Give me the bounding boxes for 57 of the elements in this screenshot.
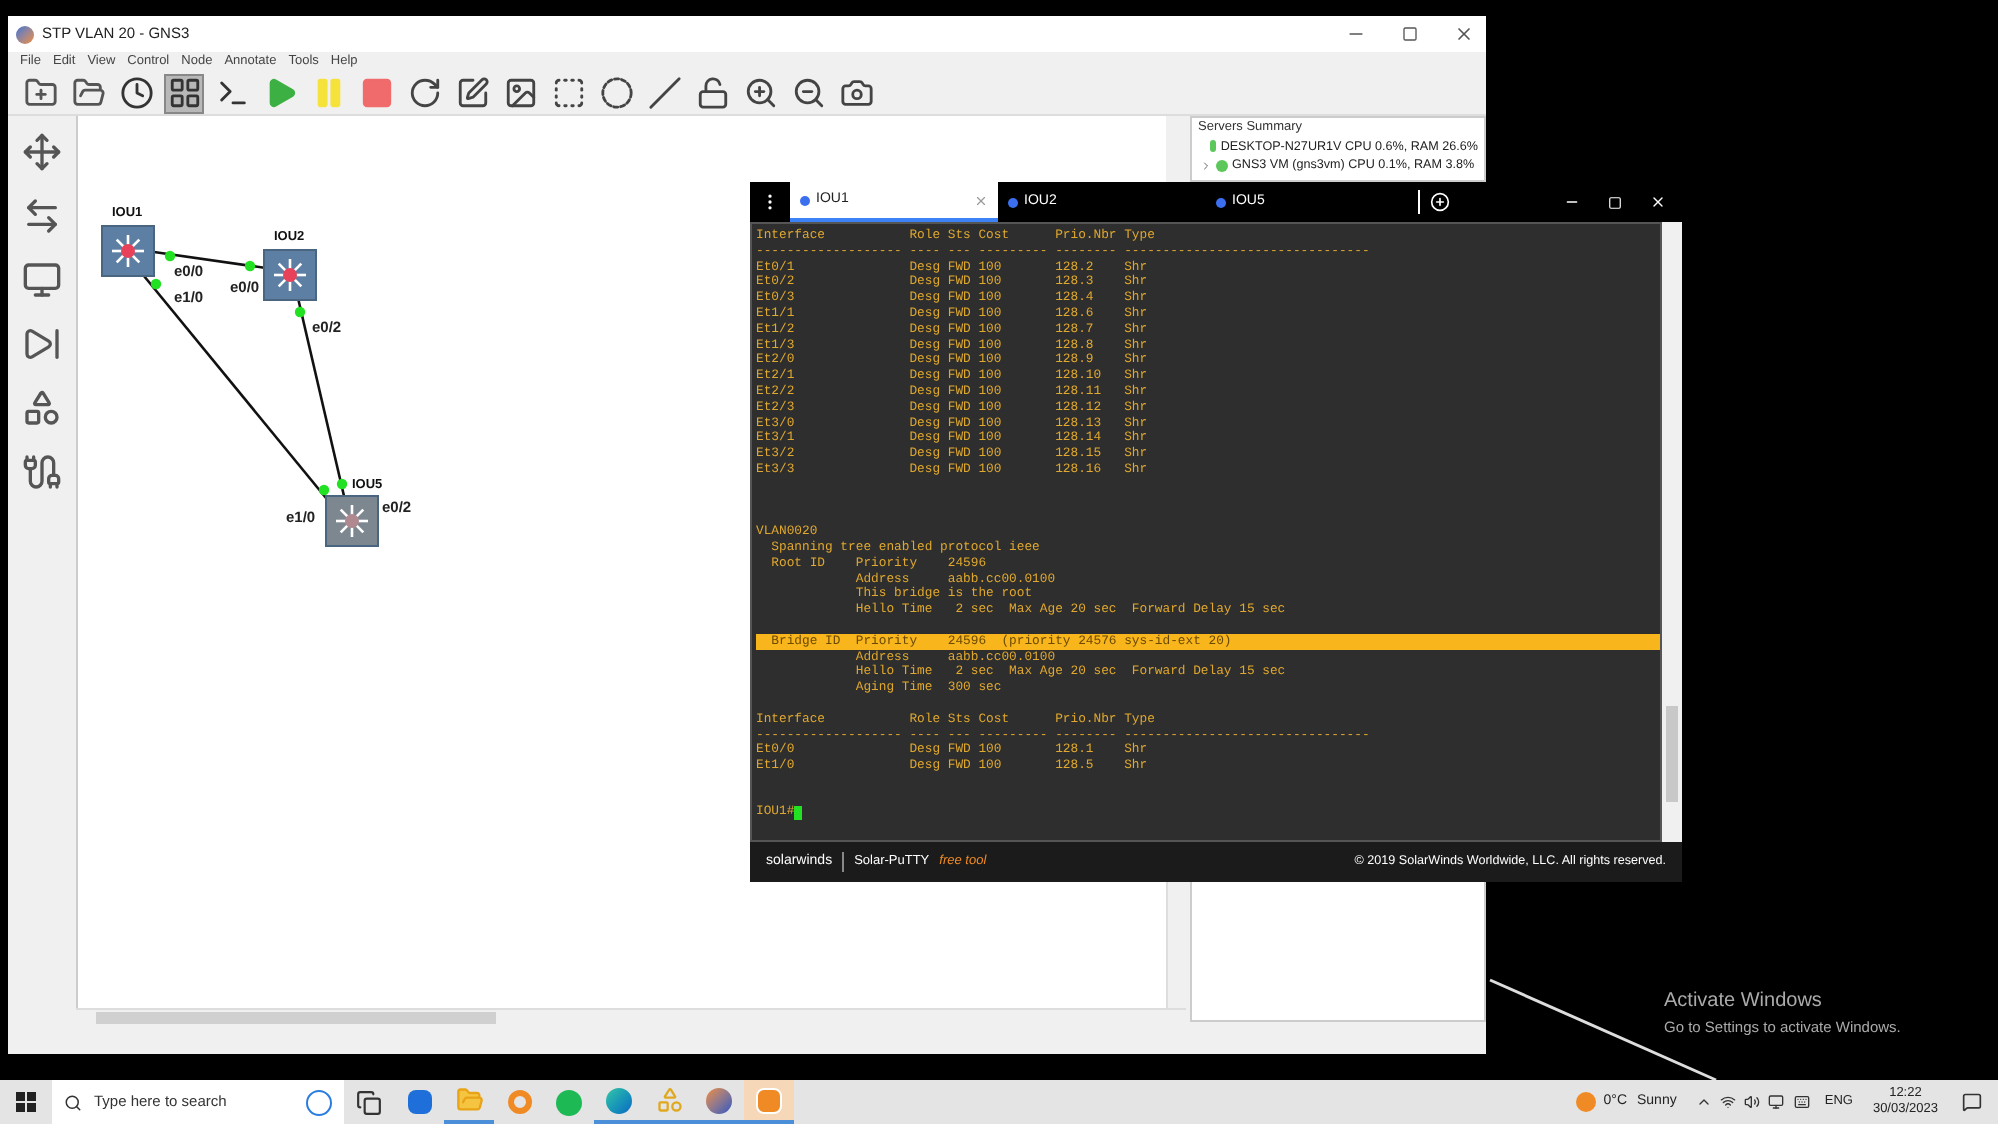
toolbar-button[interactable] [164,73,204,113]
search-icon [64,1093,82,1111]
unlock-icon [695,76,729,110]
reload-icon [407,76,441,110]
line-icon [647,76,681,110]
port-dot [336,478,348,490]
grid-icon [167,76,201,110]
all-devices-icon[interactable] [22,388,62,428]
activation-title: Activate Windows [1664,988,1824,1016]
putty-icon [756,1087,782,1113]
toolbar-button[interactable] [596,73,636,113]
port-dot [164,250,176,262]
zoom-in-icon [743,76,777,110]
port-dot [318,484,330,496]
rectangle-icon [551,76,585,110]
windows-logo-icon[interactable] [16,1092,36,1112]
blender-icon [507,1090,531,1114]
switch-node[interactable] [101,225,155,277]
image-icon [503,76,537,110]
note-icon [455,76,489,110]
stop-icon [359,76,393,110]
camera-icon [839,76,873,110]
new-folder-icon [23,76,57,110]
skip-forward-icon[interactable] [22,324,62,364]
console-icon [215,76,249,110]
port-dot [294,306,306,318]
gns3-icon [706,1087,732,1113]
new-tab-icon[interactable] [1430,192,1450,212]
toolbar-button[interactable] [116,73,156,113]
tray-expand-icon[interactable] [1696,1094,1713,1110]
switch-arrows-icon[interactable] [22,196,62,236]
zoom-out-icon [791,76,825,110]
network-icon[interactable] [1720,1094,1737,1110]
app-logo-icon [16,25,34,43]
store-icon [407,1090,431,1114]
network-icon [655,1086,683,1114]
bing-icon[interactable] [306,1089,332,1115]
task-view-icon [356,1089,382,1115]
close-icon[interactable] [1454,24,1474,44]
volume-icon[interactable] [1744,1094,1761,1110]
switch-node[interactable] [263,249,317,301]
display-icon[interactable] [1768,1094,1785,1110]
port-dot [150,278,162,290]
switch-node[interactable] [325,495,379,547]
spotify-icon [556,1089,582,1115]
edge-icon [606,1087,632,1113]
port-dot [244,260,256,272]
cable-icon[interactable] [22,452,62,492]
folder-icon [71,76,105,110]
cursor [794,805,803,820]
monitor-icon[interactable] [22,260,62,300]
clock-icon [119,76,153,110]
folder-icon [455,1086,483,1114]
toolbar-button[interactable] [644,73,684,113]
notifications-icon[interactable] [1962,1092,1982,1112]
ellipse-icon [599,76,633,110]
keyboard-icon[interactable] [1792,1094,1813,1110]
